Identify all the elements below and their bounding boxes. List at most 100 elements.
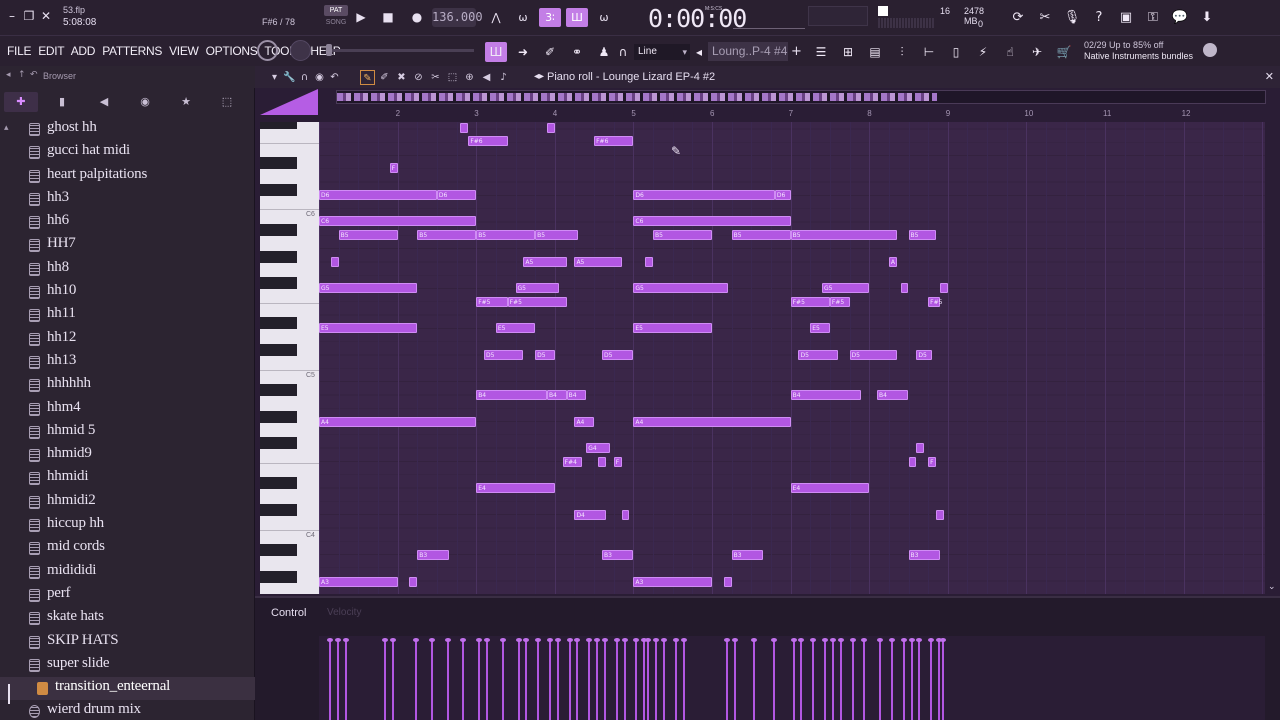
play-icon[interactable]: ◉ (312, 70, 327, 85)
speaker-tab-icon[interactable]: ◀ (87, 92, 121, 112)
velocity-bar[interactable] (660, 638, 667, 720)
pattern-overview[interactable] (260, 88, 1280, 115)
countdown-icon[interactable]: 3∶ (539, 8, 561, 27)
pat-song-toggle[interactable]: PAT SONG (324, 5, 348, 29)
black-key[interactable] (260, 570, 297, 583)
slice-tool-icon[interactable]: ✂ (428, 70, 443, 85)
note[interactable]: E4 (790, 483, 870, 494)
velocity-bar[interactable] (381, 638, 388, 720)
velocity-bar[interactable] (535, 638, 542, 720)
plug-icon[interactable]: ⚡ (972, 42, 994, 62)
note[interactable] (460, 123, 469, 133)
velocity-bar[interactable] (633, 638, 640, 720)
tools-icon[interactable]: ✂ (1034, 7, 1056, 29)
note[interactable]: A3 (633, 576, 712, 587)
velocity-bar[interactable] (829, 638, 836, 720)
black-key[interactable] (260, 277, 297, 290)
black-key[interactable] (260, 544, 297, 557)
velocity-bar[interactable] (621, 638, 628, 720)
pattern-tree-icon[interactable]: ⊢ (918, 42, 940, 62)
browser-item[interactable]: hh3 (0, 188, 255, 211)
note[interactable]: A3 (319, 576, 398, 587)
note[interactable]: F#5 (928, 296, 942, 307)
note[interactable]: B3 (731, 550, 764, 561)
menu-arrow-icon[interactable]: ▾ (267, 70, 282, 85)
velocity-bar[interactable] (939, 638, 946, 720)
velocity-bar[interactable] (798, 638, 805, 720)
velocity-bar[interactable] (751, 638, 758, 720)
collapse-arrow-icon[interactable]: ◂ (6, 70, 11, 80)
control-label[interactable]: Control (271, 607, 306, 619)
up-arrow-icon[interactable]: ↑ (18, 70, 26, 80)
song-position-timer[interactable]: 0:00:00 (648, 4, 747, 33)
magnet-icon[interactable]: ∩ (297, 70, 312, 85)
note[interactable]: F#5 (476, 296, 508, 307)
note[interactable]: B5 (908, 229, 936, 240)
black-key[interactable] (260, 477, 297, 490)
restore-icon[interactable]: ❐ (22, 9, 36, 23)
note[interactable]: E5 (633, 323, 712, 334)
browser-item[interactable]: hhm4 (0, 398, 255, 421)
browser-item[interactable]: hh8 (0, 258, 255, 281)
wrench-icon[interactable]: 🔧 (282, 70, 297, 85)
favorites-tab-icon[interactable]: ★ (169, 92, 203, 112)
snap-mode-select[interactable]: Line (634, 44, 690, 60)
mute-tool-icon[interactable]: ⊘ (411, 70, 426, 85)
note-grid[interactable]: F#6 F#6 F D6 D6 D6 D6 C6 C6 B5 B5 B5 B5 B5 B5 B5 B5 A5 A5 A… (319, 122, 1265, 594)
black-key[interactable] (260, 157, 297, 170)
note[interactable] (900, 283, 909, 294)
browser-item[interactable]: mid cords (0, 537, 255, 560)
velocity-bar[interactable] (849, 638, 856, 720)
velocity-bar[interactable] (641, 638, 648, 720)
note[interactable]: B3 (417, 550, 449, 561)
note[interactable] (409, 576, 418, 587)
black-key[interactable] (260, 223, 297, 236)
close-icon[interactable]: ✕ (39, 9, 53, 23)
plugin-db-tab-icon[interactable]: ◉ (128, 92, 162, 112)
note[interactable]: A4 (574, 416, 595, 427)
note[interactable]: F#6 (468, 136, 508, 147)
arrow-right-icon[interactable]: ➜ (512, 42, 534, 62)
velocity-bar[interactable] (770, 638, 777, 720)
browser-item[interactable]: ghost hh (0, 118, 255, 141)
velocity-bar[interactable] (566, 638, 573, 720)
vertical-scrollbar[interactable]: ⌄ (1265, 122, 1280, 594)
note[interactable]: B3 (601, 550, 634, 561)
menu-file[interactable]: FILE (7, 44, 31, 58)
note[interactable]: D6 (633, 189, 775, 200)
note[interactable]: F#5 (790, 296, 830, 307)
note[interactable] (621, 510, 630, 521)
metronome-icon[interactable]: ⋀ (485, 8, 507, 27)
project-tab-icon[interactable]: ▮ (45, 92, 79, 112)
browser-item[interactable]: midididi (0, 561, 255, 584)
note[interactable]: E4 (476, 483, 555, 494)
mixer-icon[interactable]: ⫶ (891, 42, 913, 62)
file-icon[interactable]: ▯ (945, 42, 967, 62)
note[interactable]: A5 (523, 256, 567, 267)
black-key[interactable] (260, 183, 297, 196)
link-icon[interactable]: ⚭ (566, 42, 588, 62)
browser-item[interactable]: super slide (0, 654, 255, 677)
velocity-bar[interactable] (499, 638, 506, 720)
browser-item[interactable]: hh11 (0, 304, 255, 327)
note[interactable] (936, 510, 944, 521)
stamp-icon[interactable]: ♟ (593, 42, 615, 62)
delete-tool-icon[interactable]: ✖ (394, 70, 409, 85)
note[interactable]: D5 (535, 349, 555, 360)
browser-item[interactable]: hhmidi2 (0, 491, 255, 514)
pattern-selector[interactable]: Loung..P-4 #4 (708, 42, 788, 61)
undo-icon[interactable]: ↶ (327, 70, 342, 85)
note[interactable]: D6 (319, 189, 437, 200)
pattern-arrow-icon[interactable]: ◂ (693, 42, 705, 62)
velocity-bar[interactable] (790, 638, 797, 720)
overview-scrollbar[interactable] (336, 90, 1266, 104)
black-key[interactable] (260, 122, 297, 129)
note[interactable]: F (389, 163, 398, 174)
menu-view[interactable]: VIEW (169, 44, 199, 58)
browser-item[interactable]: hhhhhh (0, 374, 255, 397)
all-files-tab-icon[interactable]: ✚ (4, 92, 38, 112)
note[interactable] (939, 283, 948, 294)
note[interactable]: B4 (790, 390, 862, 400)
note[interactable] (723, 576, 732, 587)
menu-patterns[interactable]: PATTERNS (102, 44, 162, 58)
